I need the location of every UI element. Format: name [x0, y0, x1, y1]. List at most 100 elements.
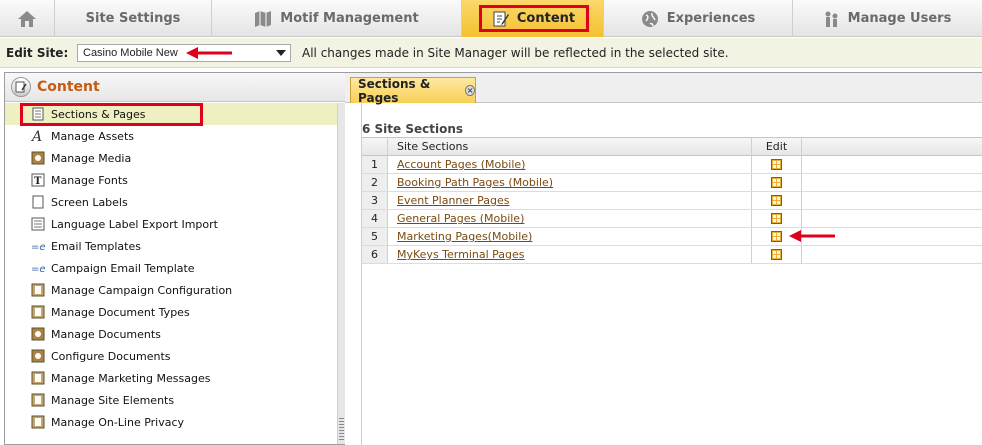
svg-text:A: A [31, 129, 42, 143]
header-num [362, 138, 388, 155]
sections-table: Site Sections Edit 1 Account Pages (Mobi… [362, 137, 982, 264]
chevron-down-icon[interactable] [276, 50, 286, 56]
home-tab[interactable] [0, 0, 55, 37]
home-icon [17, 10, 37, 28]
row-edit-cell [752, 210, 802, 227]
annotation-arrow-site [186, 47, 232, 59]
sidebar-item-manage-documents[interactable]: Manage Documents [5, 323, 338, 345]
sidebar-item-label: Email Templates [51, 239, 141, 253]
row-filler [802, 246, 982, 263]
edit-icon[interactable] [771, 249, 782, 260]
top-navigation: Site Settings Motif Management Content E… [0, 0, 982, 37]
sidebar-item-label: Configure Documents [51, 349, 171, 363]
sidebar-item-manage-fonts[interactable]: T Manage Fonts [5, 169, 338, 191]
media-icon [31, 327, 45, 341]
font-a-icon: A [31, 129, 45, 143]
edit-icon[interactable] [771, 213, 782, 224]
section-link[interactable]: General Pages (Mobile) [397, 212, 524, 225]
users-icon [824, 10, 840, 28]
tab-sections-pages[interactable]: Sections & Pages × [350, 77, 476, 105]
sidebar-item-screen-labels[interactable]: Screen Labels [5, 191, 338, 213]
globe-icon [641, 10, 659, 28]
row-number: 1 [362, 156, 388, 173]
selection-highlight [20, 103, 203, 126]
sidebar-item-label: Manage Documents [51, 327, 161, 341]
sidebar-menu: Sections & Pages A Manage Assets Manage … [5, 103, 338, 433]
edit-icon[interactable] [771, 195, 782, 206]
row-edit-cell [752, 156, 802, 173]
row-name-cell: MyKeys Terminal Pages [388, 246, 752, 263]
media-icon [31, 151, 45, 165]
tab-content-label: Content [516, 11, 576, 26]
sidebar-item-manage-assets[interactable]: A Manage Assets [5, 125, 338, 147]
table-row: 4 General Pages (Mobile) [362, 210, 982, 228]
sidebar-item-marketing-messages[interactable]: Manage Marketing Messages [5, 367, 338, 389]
edit-icon[interactable] [771, 159, 782, 170]
row-filler [802, 192, 982, 209]
sidebar-item-configure-documents[interactable]: Configure Documents [5, 345, 338, 367]
section-link[interactable]: Event Planner Pages [397, 194, 510, 207]
doc-stack-icon [31, 305, 45, 319]
sidebar-splitter[interactable] [337, 103, 345, 444]
font-t-icon: T [31, 173, 45, 187]
motif-icon [254, 10, 272, 27]
email-icon: =e [31, 261, 45, 275]
sidebar-item-campaign-email-template[interactable]: =e Campaign Email Template [5, 257, 338, 279]
splitter-grip-icon[interactable] [339, 418, 344, 440]
sidebar-item-online-privacy[interactable]: Manage On-Line Privacy [5, 411, 338, 433]
edit-icon[interactable] [771, 231, 782, 242]
edit-site-note: All changes made in Site Manager will be… [302, 46, 729, 60]
sidebar-item-email-templates[interactable]: =e Email Templates [5, 235, 338, 257]
sidebar-item-manage-media[interactable]: Manage Media [5, 147, 338, 169]
tab-motif-management[interactable]: Motif Management [212, 0, 462, 37]
doc-stack-icon [31, 371, 45, 385]
section-link[interactable]: Marketing Pages(Mobile) [397, 230, 532, 243]
row-name-cell: Booking Path Pages (Mobile) [388, 174, 752, 191]
sidebar-header: Content [5, 73, 345, 102]
row-filler [802, 156, 982, 173]
site-select-value: Casino Mobile New [83, 47, 178, 59]
row-filler [802, 210, 982, 227]
content-sidebar: Content Sections & Pages A Manage Assets… [4, 72, 346, 445]
sidebar-item-language-label[interactable]: Language Label Export Import [5, 213, 338, 235]
page-icon [31, 195, 45, 209]
tab-experiences[interactable]: Experiences [604, 0, 793, 37]
section-link[interactable]: Account Pages (Mobile) [397, 158, 525, 171]
header-edit[interactable]: Edit [752, 138, 802, 155]
row-name-cell: General Pages (Mobile) [388, 210, 752, 227]
sidebar-item-site-elements[interactable]: Manage Site Elements [5, 389, 338, 411]
row-number: 4 [362, 210, 388, 227]
section-link[interactable]: Booking Path Pages (Mobile) [397, 176, 553, 189]
table-row: 5 Marketing Pages(Mobile) [362, 228, 982, 246]
sidebar-item-document-types[interactable]: Manage Document Types [5, 301, 338, 323]
sections-content: 6 Site Sections Site Sections Edit 1 Acc… [361, 103, 982, 445]
sidebar-item-label: Manage Fonts [51, 173, 128, 187]
svg-text:=e: =e [31, 264, 45, 275]
tab-motif-management-label: Motif Management [280, 11, 419, 26]
sidebar-item-label: Manage Media [51, 151, 132, 165]
sidebar-item-label: Manage On-Line Privacy [51, 415, 185, 429]
sidebar-item-campaign-configuration[interactable]: Manage Campaign Configuration [5, 279, 338, 301]
tab-site-settings[interactable]: Site Settings [55, 0, 212, 37]
row-edit-cell [752, 192, 802, 209]
row-edit-cell [752, 174, 802, 191]
sidebar-item-label: Manage Site Elements [51, 393, 175, 407]
sidebar-item-label: Campaign Email Template [51, 261, 195, 275]
section-link[interactable]: MyKeys Terminal Pages [397, 248, 525, 261]
row-name-cell: Account Pages (Mobile) [388, 156, 752, 173]
row-number: 5 [362, 228, 388, 245]
sidebar-item-label: Manage Marketing Messages [51, 371, 211, 385]
row-number: 3 [362, 192, 388, 209]
tab-manage-users[interactable]: Manage Users [793, 0, 982, 37]
edit-icon[interactable] [771, 177, 782, 188]
close-icon[interactable]: × [465, 85, 475, 96]
tab-manage-users-label: Manage Users [847, 11, 952, 26]
header-site-sections[interactable]: Site Sections [388, 138, 752, 155]
tab-content[interactable]: Content [462, 0, 604, 37]
sidebar-item-label: Screen Labels [51, 195, 128, 209]
row-filler [802, 174, 982, 191]
row-number: 2 [362, 174, 388, 191]
tab-strip: Sections & Pages × [345, 73, 982, 105]
sidebar-item-sections-pages[interactable]: Sections & Pages [5, 103, 338, 126]
header-filler [802, 138, 982, 155]
